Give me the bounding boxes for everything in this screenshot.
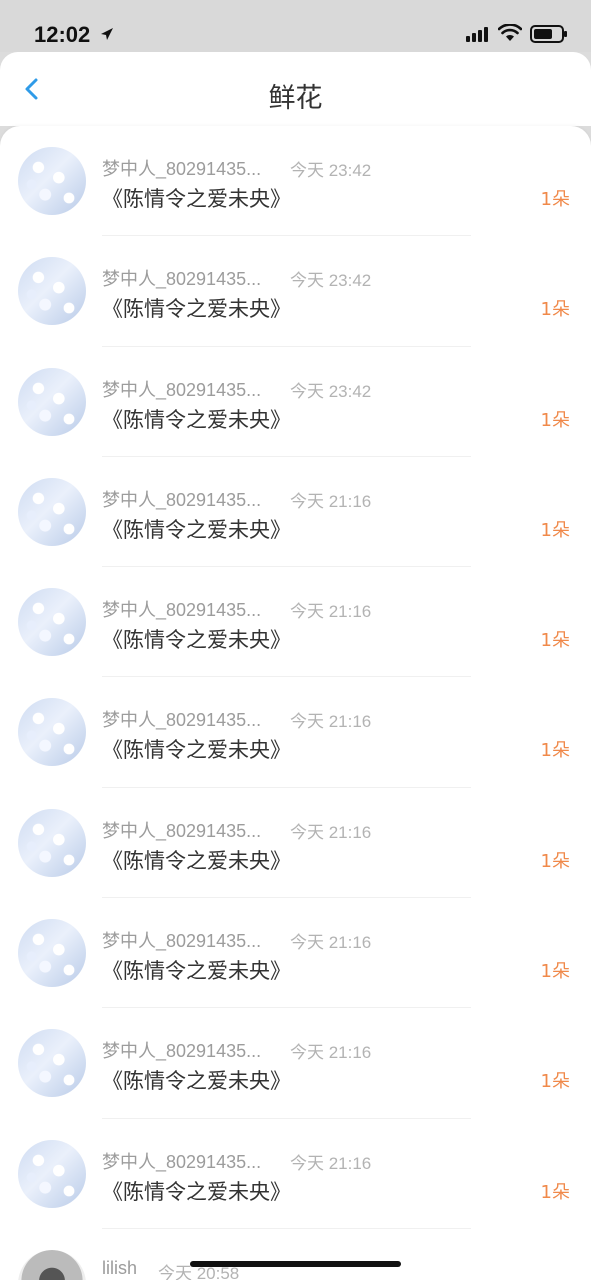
user-name: 梦中人_80291435...	[102, 931, 262, 952]
list-item[interactable]: 梦中人_80291435... 今天 21:16 《陈情令之爱未央》 1朵	[0, 1119, 591, 1230]
user-name: lilish	[102, 1257, 138, 1278]
page-title: 鲜花	[268, 83, 323, 114]
list-item[interactable]: 梦中人_80291435... 今天 21:16 《陈情令之爱未央》 1朵	[0, 898, 591, 1009]
user-name: 梦中人_80291435...	[102, 159, 262, 179]
avatar[interactable]	[18, 1029, 86, 1098]
avatar[interactable]	[18, 1249, 86, 1280]
avatar[interactable]	[18, 698, 86, 767]
battery-icon	[530, 25, 567, 43]
book-title: 《陈情令之爱未央》	[102, 848, 291, 873]
status-time: 12:02	[34, 22, 91, 47]
timestamp: 今天 23:42	[290, 271, 372, 291]
timestamp: 今天 21:16	[290, 1043, 372, 1063]
status-bar: 12:02	[0, 0, 591, 52]
avatar[interactable]	[18, 919, 86, 988]
timestamp: 今天 21:16	[290, 933, 372, 953]
user-name: 梦中人_80291435...	[102, 1151, 262, 1172]
list-item[interactable]: 梦中人_80291435... 今天 21:16 《陈情令之爱未央》 1朵	[0, 1008, 591, 1119]
user-name: 梦中人_80291435...	[102, 1041, 262, 1062]
list-item[interactable]: 梦中人_80291435... 今天 21:16 《陈情令之爱未央》 1朵	[0, 677, 591, 789]
flower-count: 1朵	[540, 1071, 570, 1093]
flower-count: 1朵	[540, 299, 570, 321]
timestamp: 今天 21:16	[290, 1153, 372, 1173]
flower-count: 1朵	[540, 740, 570, 762]
user-name: 梦中人_80291435...	[102, 379, 262, 400]
list-item[interactable]: 梦中人_80291435... 今天 23:42 《陈情令之爱未央》 1朵	[0, 236, 591, 347]
timestamp: 今天 21:16	[290, 602, 372, 622]
avatar[interactable]	[18, 367, 86, 436]
user-name: 梦中人_80291435...	[102, 600, 262, 621]
flower-count: 1朵	[540, 850, 570, 872]
timestamp: 今天 23:42	[290, 381, 372, 401]
user-name: 梦中人_80291435...	[102, 820, 262, 841]
location-arrow-icon	[101, 28, 113, 40]
book-title: 《陈情令之爱未央》	[102, 1179, 291, 1204]
avatar[interactable]	[18, 257, 86, 326]
book-title: 《陈情令之爱未央》	[102, 187, 291, 211]
book-title: 《陈情令之爱未央》	[102, 297, 291, 322]
user-name: 梦中人_80291435...	[102, 710, 262, 731]
flower-count: 1朵	[540, 519, 570, 541]
avatar[interactable]	[18, 1139, 86, 1208]
list-item[interactable]: 梦中人_80291435... 今天 21:16 《陈情令之爱未央》 1朵	[0, 567, 591, 678]
user-name: 梦中人_80291435...	[102, 489, 262, 510]
flower-count: 1朵	[540, 409, 570, 431]
flower-count: 1朵	[540, 189, 570, 210]
avatar[interactable]	[18, 808, 86, 877]
list-item[interactable]: 梦中人_80291435... 今天 21:16 《陈情令之爱未央》 1朵	[0, 788, 591, 899]
book-title: 《陈情令之爱未央》	[102, 407, 291, 432]
list-item[interactable]: lilish 今天 20:58	[0, 1229, 591, 1280]
timestamp: 今天 21:16	[290, 712, 372, 732]
timestamp: 今天 21:16	[290, 822, 372, 842]
timestamp: 今天 21:16	[290, 491, 372, 511]
wifi-icon	[498, 24, 522, 41]
flower-count: 1朵	[540, 630, 570, 652]
flower-count: 1朵	[540, 961, 570, 983]
book-title: 《陈情令之爱未央》	[102, 738, 291, 763]
timestamp: 今天 23:42	[290, 161, 372, 180]
home-indicator[interactable]	[190, 1261, 401, 1267]
flower-list: 梦中人_80291435... 今天 23:42 《陈情令之爱未央》 1朵 梦中…	[0, 126, 591, 1280]
navigation-bar: 鲜花	[0, 52, 591, 126]
list-item[interactable]: 梦中人_80291435... 今天 21:16 《陈情令之爱未央》 1朵	[0, 457, 591, 568]
avatar[interactable]	[18, 477, 86, 546]
book-title: 《陈情令之爱未央》	[102, 959, 291, 984]
book-title: 《陈情令之爱未央》	[102, 1069, 291, 1094]
list-item[interactable]: 梦中人_80291435... 今天 23:42 《陈情令之爱未央》 1朵	[0, 126, 591, 237]
user-name: 梦中人_80291435...	[102, 269, 262, 290]
list-item[interactable]: 梦中人_80291435... 今天 23:42 《陈情令之爱未央》 1朵	[0, 347, 591, 458]
book-title: 《陈情令之爱未央》	[102, 628, 291, 653]
book-title: 《陈情令之爱未央》	[102, 517, 291, 542]
signal-icon	[466, 27, 488, 42]
avatar[interactable]	[18, 588, 86, 657]
avatar[interactable]	[18, 147, 86, 215]
flower-count: 1朵	[540, 1181, 570, 1203]
